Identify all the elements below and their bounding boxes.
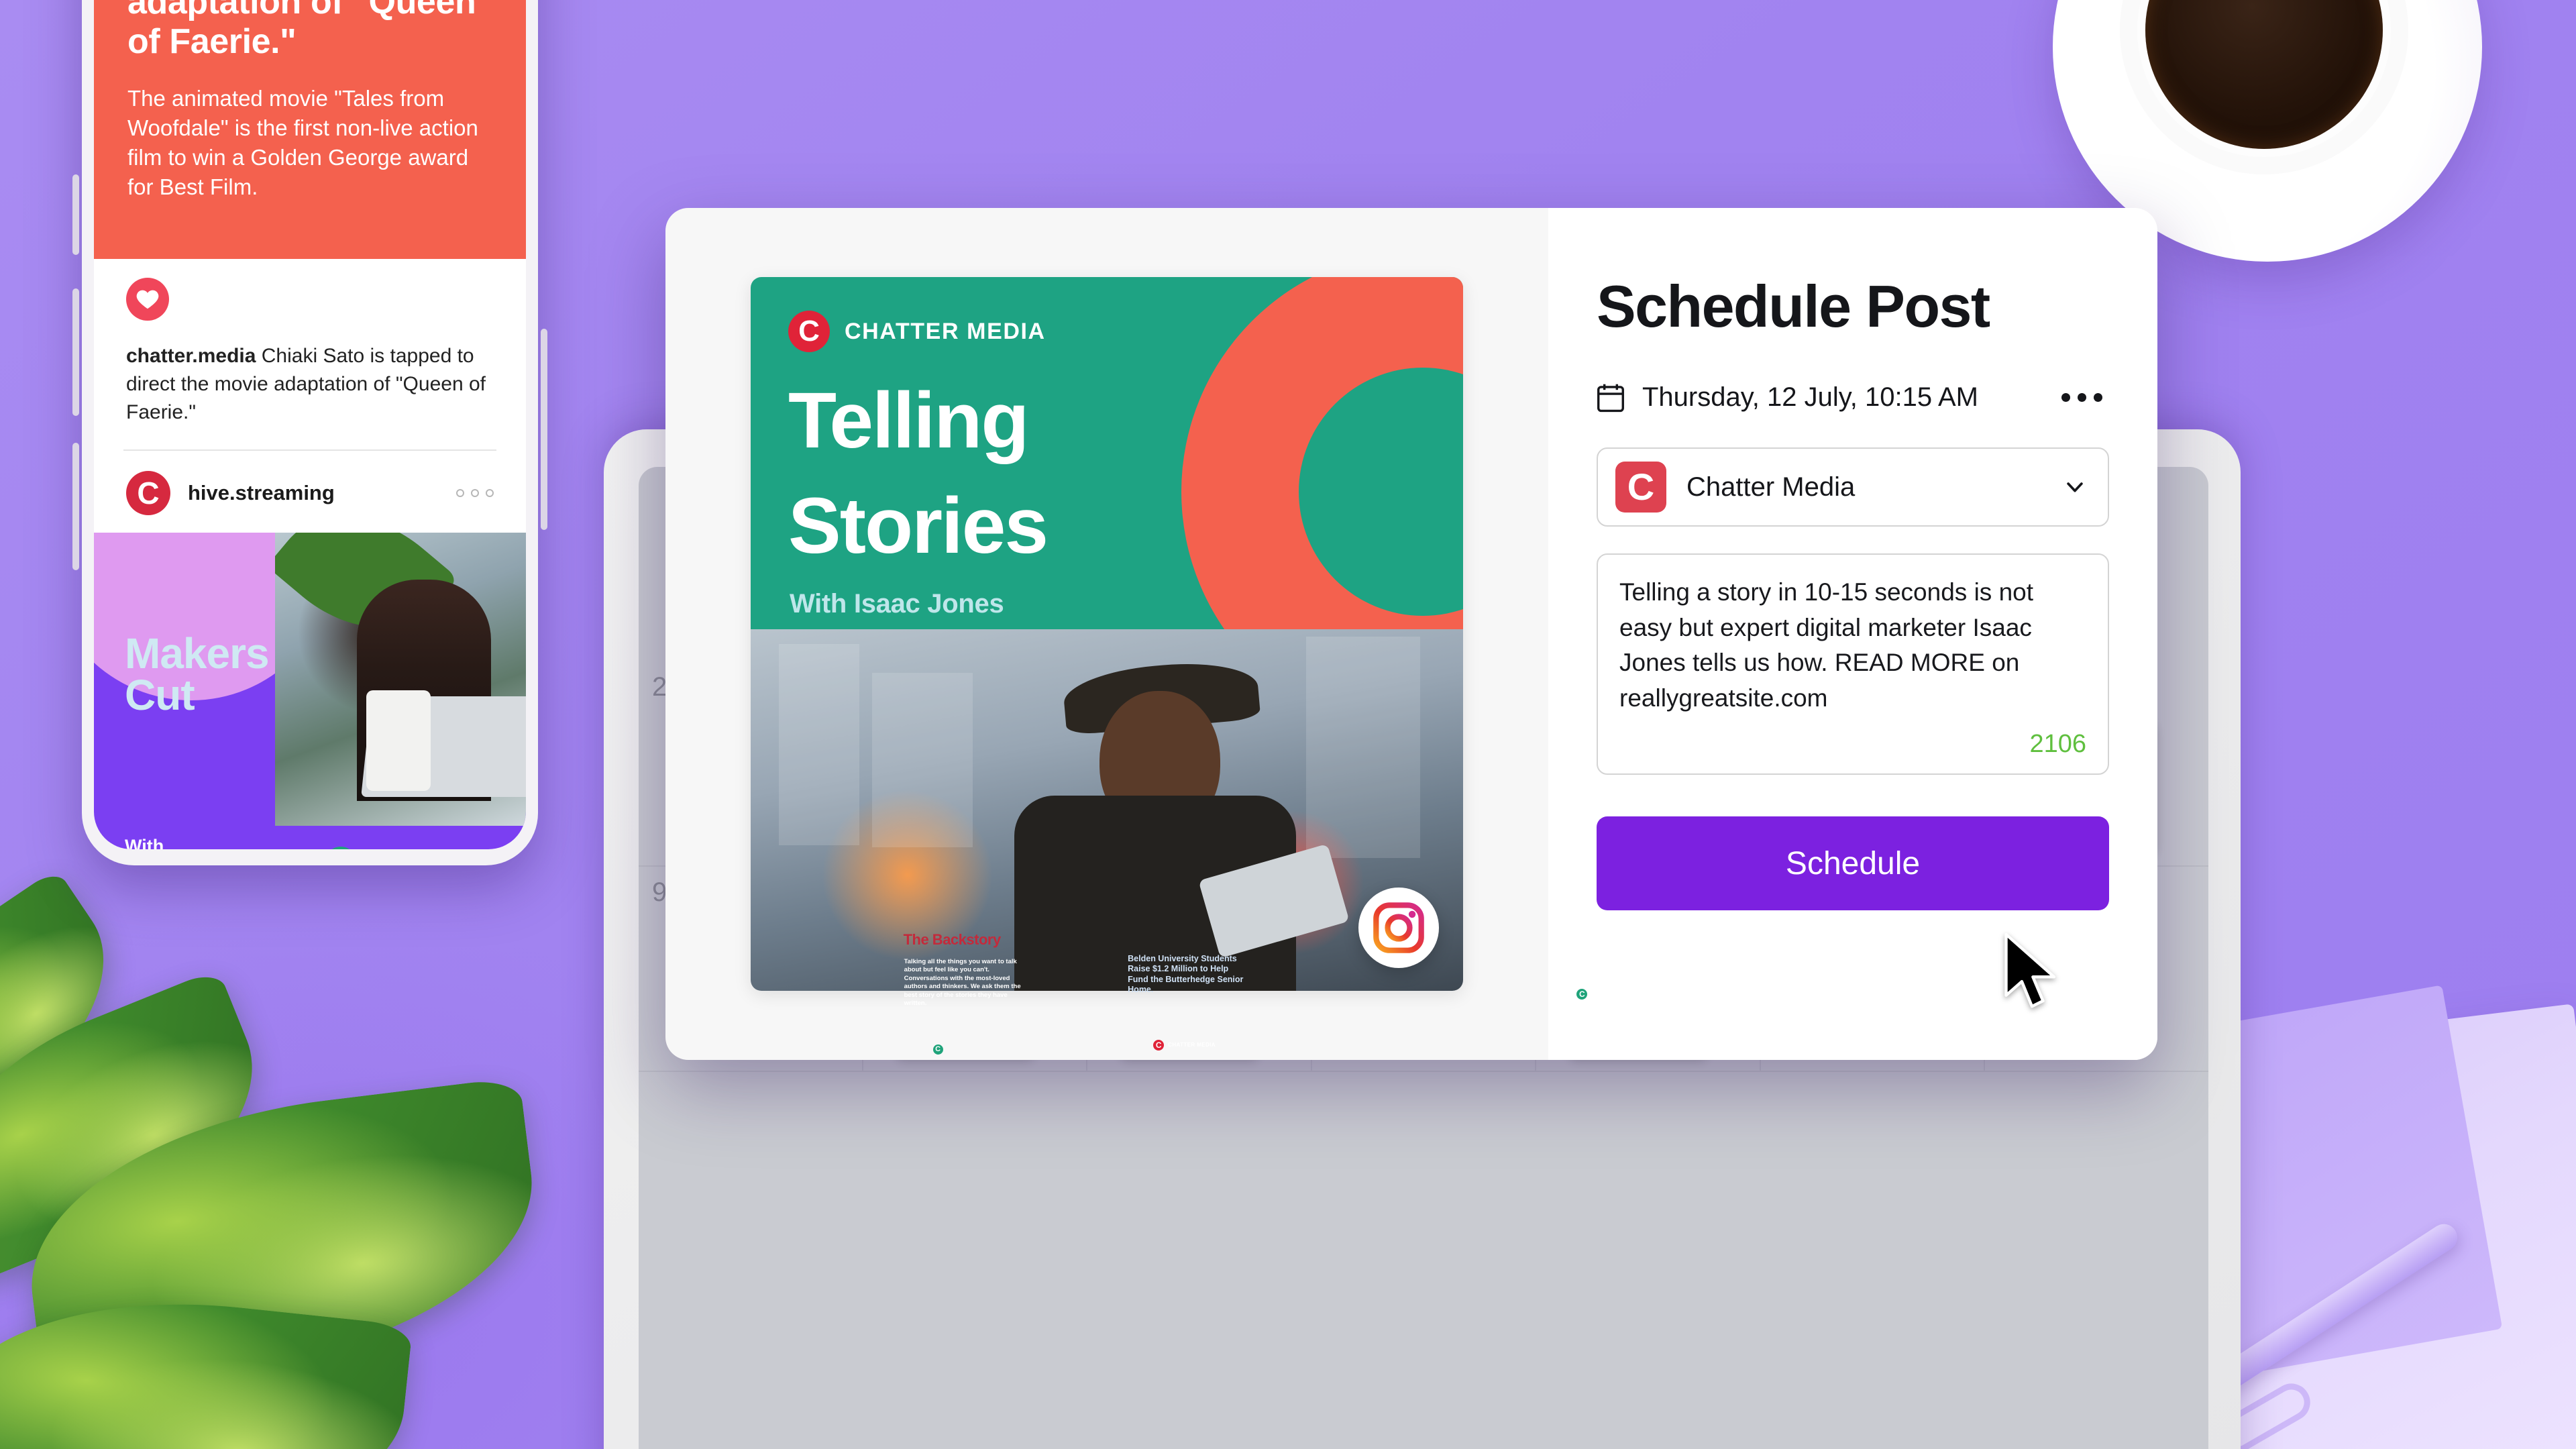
building [871,672,973,847]
account-name: Chatter Media [1686,472,1856,502]
news-headline: Chiaki Sato tapped to direct the movie a… [127,0,476,61]
schedule-form-panel: Schedule Post Thursday, 12 July, 10:15 A… [1548,208,2157,1060]
account-avatar: C [126,471,170,516]
post-card-title-line2: Headlines [1576,1020,1650,1039]
preview-title-line1: Telling [788,376,1029,465]
calendar-icon [1597,384,1624,412]
mouse-cursor [2004,932,2056,1008]
poster-brand: C CHATTER MEDIA [325,847,502,849]
account-username[interactable]: hive.streaming [188,481,335,505]
preview-brand-name: CHATTER MEDIA [845,318,1046,344]
phone-volume-button[interactable] [72,174,79,255]
post-card-brand: C CHATTER MEDIA [1153,1040,1216,1051]
feed-actions [94,259,526,327]
schedule-date-text: Thursday, 12 July, 10:15 AM [1642,382,1978,412]
building [779,643,860,845]
composer-text[interactable]: Telling a story in 10-15 seconds is not … [1619,575,2086,716]
preview-header-art: C CHATTER MEDIA Telling Stories With Isa… [751,277,1463,629]
preview-brand: C CHATTER MEDIA [751,277,1463,352]
like-icon[interactable] [126,278,169,321]
account-selector[interactable]: C Chatter Media [1597,447,2109,527]
page-title: Schedule Post [1597,273,1990,339]
post-composer[interactable]: Telling a story in 10-15 seconds is not … [1597,553,2109,775]
schedule-button[interactable]: Schedule [1597,816,2109,910]
character-count: 2106 [2029,730,2086,758]
news-post-card[interactable]: Chiaki Sato tapped to direct the movie a… [94,0,526,260]
chatter-logo-icon: C [1576,989,1588,1000]
post-card-title: The Backstory [903,931,1002,948]
schedule-post-modal: C CHATTER MEDIA Telling Stories With Isa… [665,208,2157,1060]
makers-cut-post[interactable]: Makers Cut With Kayla Mahar C CHATTER ME… [94,533,526,849]
chatter-logo-icon: C [1153,1040,1165,1051]
phone-volume-button[interactable] [72,443,79,570]
post-card-host: With Ezra Stevens [1576,1042,1632,1051]
post-preview[interactable]: C CHATTER MEDIA Telling Stories With Isa… [751,277,1463,991]
post-card-title-line1: Weekly [1576,1005,1629,1023]
post-preview-panel: C CHATTER MEDIA Telling Stories With Isa… [665,208,1548,1060]
chatter-logo-icon: C [325,847,356,849]
poster-text: Makers Cut [94,533,327,849]
news-body: The animated movie "Tales from Woofdale"… [127,85,478,199]
post-card-brand: C CHATTER MEDIA [1568,982,1708,1000]
phone-screen: Chiaki Sato tapped to direct the movie a… [94,0,526,849]
post-card-text: Talking all the things you want to talk … [904,957,1021,1008]
post-card-brand-name: CHATTER MEDIA [1168,1042,1216,1049]
phone-power-button[interactable] [541,329,547,530]
preview-photo [751,629,1463,991]
post-card-brand: C [932,1044,943,1055]
post-caption: chatter.media Chiaki Sato is tapped to d… [94,327,526,449]
phone-volume-button[interactable] [72,288,79,416]
post-card-text: Belden University Students Raise $1.2 Mi… [1128,954,1244,994]
building [1306,636,1421,858]
caption-username[interactable]: chatter.media [126,345,256,367]
post-options-icon[interactable] [456,489,494,498]
schedule-date-row[interactable]: Thursday, 12 July, 10:15 AM [1597,382,2109,413]
poster-with-label: With [125,835,164,849]
chevron-down-icon[interactable] [2063,476,2086,498]
post-card-brand-name: CHATTER MEDIA [1591,991,1640,998]
chatter-logo-icon: C [788,311,830,352]
poster-host: With Kayla Mahar [125,835,231,849]
account-avatar: C [1615,462,1666,513]
chatter-logo-icon: C [932,1044,943,1055]
preview-subtitle: With Isaac Jones [790,589,1004,619]
poster-title-line1: Makers [125,629,270,678]
phone-mockup: Chiaki Sato tapped to direct the movie a… [72,0,547,865]
mug [366,690,431,791]
preview-title-line2: Stories [788,481,1049,570]
more-options-icon[interactable] [2055,386,2109,409]
poster-title-line2: Cut [125,670,195,719]
feed-account-row[interactable]: C hive.streaming [94,451,526,533]
instagram-icon [1358,888,1439,968]
